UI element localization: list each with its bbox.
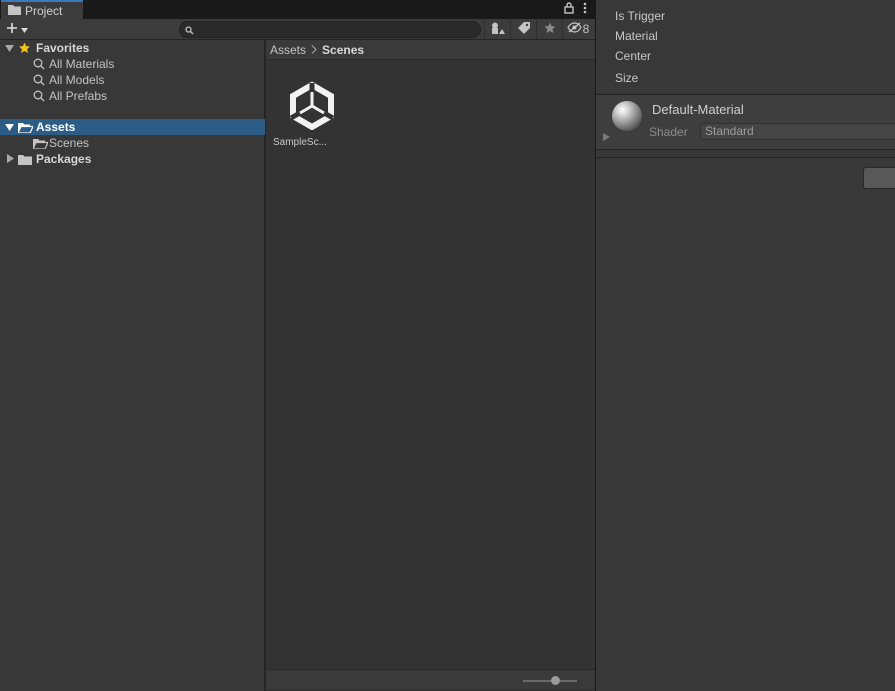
create-button[interactable] — [6, 21, 34, 37]
prop-material: Material — [615, 29, 658, 43]
divider — [596, 149, 895, 150]
chevron-down-icon — [21, 22, 28, 36]
asset-item-samplescene[interactable]: SampleSc... — [273, 75, 343, 148]
search-by-type-button[interactable] — [484, 19, 510, 39]
tree-item-all-materials[interactable]: All Materials — [0, 56, 265, 72]
eye-hidden-icon — [566, 22, 582, 36]
asset-name: SampleSc... — [273, 137, 327, 148]
project-window: Project 8 Favorites All Materials All Mo… — [0, 0, 595, 691]
star-outline-icon — [544, 22, 556, 37]
breadcrumb: Assets Scenes — [266, 40, 595, 60]
grid-footer — [266, 669, 595, 689]
expand-arrow-icon[interactable] — [5, 123, 14, 132]
breadcrumb-assets[interactable]: Assets — [270, 43, 306, 57]
shapes-icon — [491, 22, 505, 37]
tree-label: Favorites — [36, 41, 90, 55]
search-icon — [33, 90, 45, 102]
chevron-right-icon — [311, 43, 317, 57]
tree-label: Scenes — [49, 136, 90, 150]
collapse-arrow-icon[interactable] — [6, 154, 15, 163]
material-name: Default-Material — [652, 102, 744, 117]
more-options-icon[interactable] — [583, 2, 587, 17]
expand-arrow-icon[interactable] — [5, 44, 14, 53]
zoom-slider-handle[interactable] — [550, 676, 560, 685]
search-icon — [33, 74, 45, 86]
tab-bar: Project — [0, 0, 595, 19]
tree-label: All Materials — [49, 57, 115, 71]
plus-icon — [6, 22, 18, 37]
search-icon — [185, 24, 194, 38]
breadcrumb-scenes[interactable]: Scenes — [322, 43, 364, 57]
tree-item-all-models[interactable]: All Models — [0, 72, 265, 88]
prop-size: Size — [615, 71, 639, 85]
folder-icon — [8, 4, 21, 18]
material-section: Default-Material Shader Standard — [596, 95, 895, 149]
tree-label: All Prefabs — [49, 89, 108, 103]
tree-item-favorites[interactable]: Favorites — [0, 40, 265, 56]
tab-project[interactable]: Project — [1, 0, 83, 19]
tree-item-scenes[interactable]: Scenes — [0, 135, 265, 151]
prop-is-trigger: Is Trigger — [615, 9, 666, 23]
tree-item-assets[interactable]: Assets — [0, 119, 265, 135]
search-icon — [33, 58, 45, 70]
tree-item-all-prefabs[interactable]: All Prefabs — [0, 88, 265, 104]
hidden-packages-toggle[interactable]: 8 — [562, 19, 593, 39]
foldout-arrow-icon[interactable] — [603, 133, 610, 143]
tree-item-packages[interactable]: Packages — [0, 151, 265, 167]
tag-icon — [517, 21, 530, 37]
folder-open-icon — [18, 122, 33, 133]
folder-open-icon — [33, 138, 48, 149]
search-input[interactable] — [179, 21, 481, 38]
prop-center: Center — [615, 49, 652, 63]
star-icon — [18, 42, 31, 54]
search-by-label-button[interactable] — [510, 19, 536, 39]
folder-tree: Favorites All Materials All Models All P… — [0, 40, 265, 691]
tree-label: Assets — [36, 120, 76, 134]
material-preview-sphere — [612, 101, 642, 131]
unity-scene-icon — [281, 75, 343, 135]
hidden-count: 8 — [582, 22, 590, 36]
project-toolbar: 8 — [0, 19, 595, 40]
lock-icon[interactable] — [564, 2, 574, 17]
shader-dropdown[interactable]: Standard — [700, 123, 895, 140]
inspector-lower-area — [596, 158, 895, 691]
shader-label: Shader — [649, 125, 688, 139]
tree-label: All Models — [49, 73, 105, 87]
inspector-panel: Is Trigger Material Center Size Default-… — [596, 0, 895, 691]
asset-grid-panel: Assets Scenes SampleSc... — [266, 40, 595, 691]
tree-label: Packages — [36, 152, 92, 166]
tab-label: Project — [25, 3, 63, 18]
folder-icon — [18, 154, 32, 165]
save-search-button[interactable] — [536, 19, 562, 39]
add-component-button[interactable] — [863, 167, 895, 189]
